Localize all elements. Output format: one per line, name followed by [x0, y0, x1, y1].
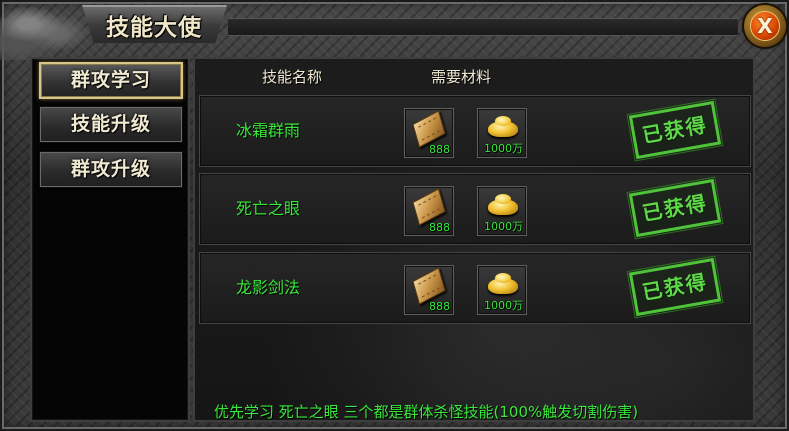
skill-row[interactable]: 冰霜群雨 888 1000万 已获得 [199, 95, 751, 167]
obtained-stamp: 已获得 [626, 176, 724, 240]
skill-name: 死亡之眼 [236, 199, 301, 218]
gold-qty: 1000万 [484, 299, 523, 312]
title-strip [228, 18, 738, 36]
gold-qty: 1000万 [484, 142, 523, 155]
header-skill-name: 技能名称 [262, 68, 323, 86]
book-slot[interactable]: 888 [404, 186, 454, 236]
tab-group-attack-upgrade[interactable]: 群攻升级 [39, 151, 183, 188]
gold-qty: 1000万 [484, 220, 523, 233]
skill-row[interactable]: 龙影剑法 888 1000万 已获得 [199, 252, 751, 324]
book-qty: 888 [429, 143, 450, 156]
book-slot[interactable]: 888 [404, 265, 454, 315]
gold-slot[interactable]: 1000万 [477, 265, 527, 315]
obtained-stamp: 已获得 [626, 98, 724, 162]
tab-skill-upgrade[interactable]: 技能升级 [39, 106, 183, 143]
skill-name: 龙影剑法 [236, 278, 301, 297]
skill-name: 冰霜群雨 [236, 121, 301, 140]
book-qty: 888 [429, 221, 450, 234]
header-materials: 需要材料 [431, 68, 492, 86]
tab-group-attack-learn[interactable]: 群攻学习 [39, 62, 183, 99]
skill-row[interactable]: 死亡之眼 888 1000万 已获得 [199, 173, 751, 245]
obtained-stamp: 已获得 [626, 255, 724, 319]
gold-ingot-icon [488, 273, 518, 294]
gold-ingot-icon [488, 116, 518, 137]
close-button[interactable]: X [744, 5, 786, 47]
gold-ingot-icon [488, 194, 518, 215]
dragon-ornament [0, 0, 95, 60]
book-slot[interactable]: 888 [404, 108, 454, 158]
window-title: 技能大使 [106, 14, 202, 41]
gold-slot[interactable]: 1000万 [477, 186, 527, 236]
close-icon: X [750, 11, 780, 41]
gold-slot[interactable]: 1000万 [477, 108, 527, 158]
book-qty: 888 [429, 300, 450, 313]
footer-hint: 优先学习 死亡之眼 三个都是群体杀怪技能(100%触发切割伤害) [214, 403, 639, 421]
